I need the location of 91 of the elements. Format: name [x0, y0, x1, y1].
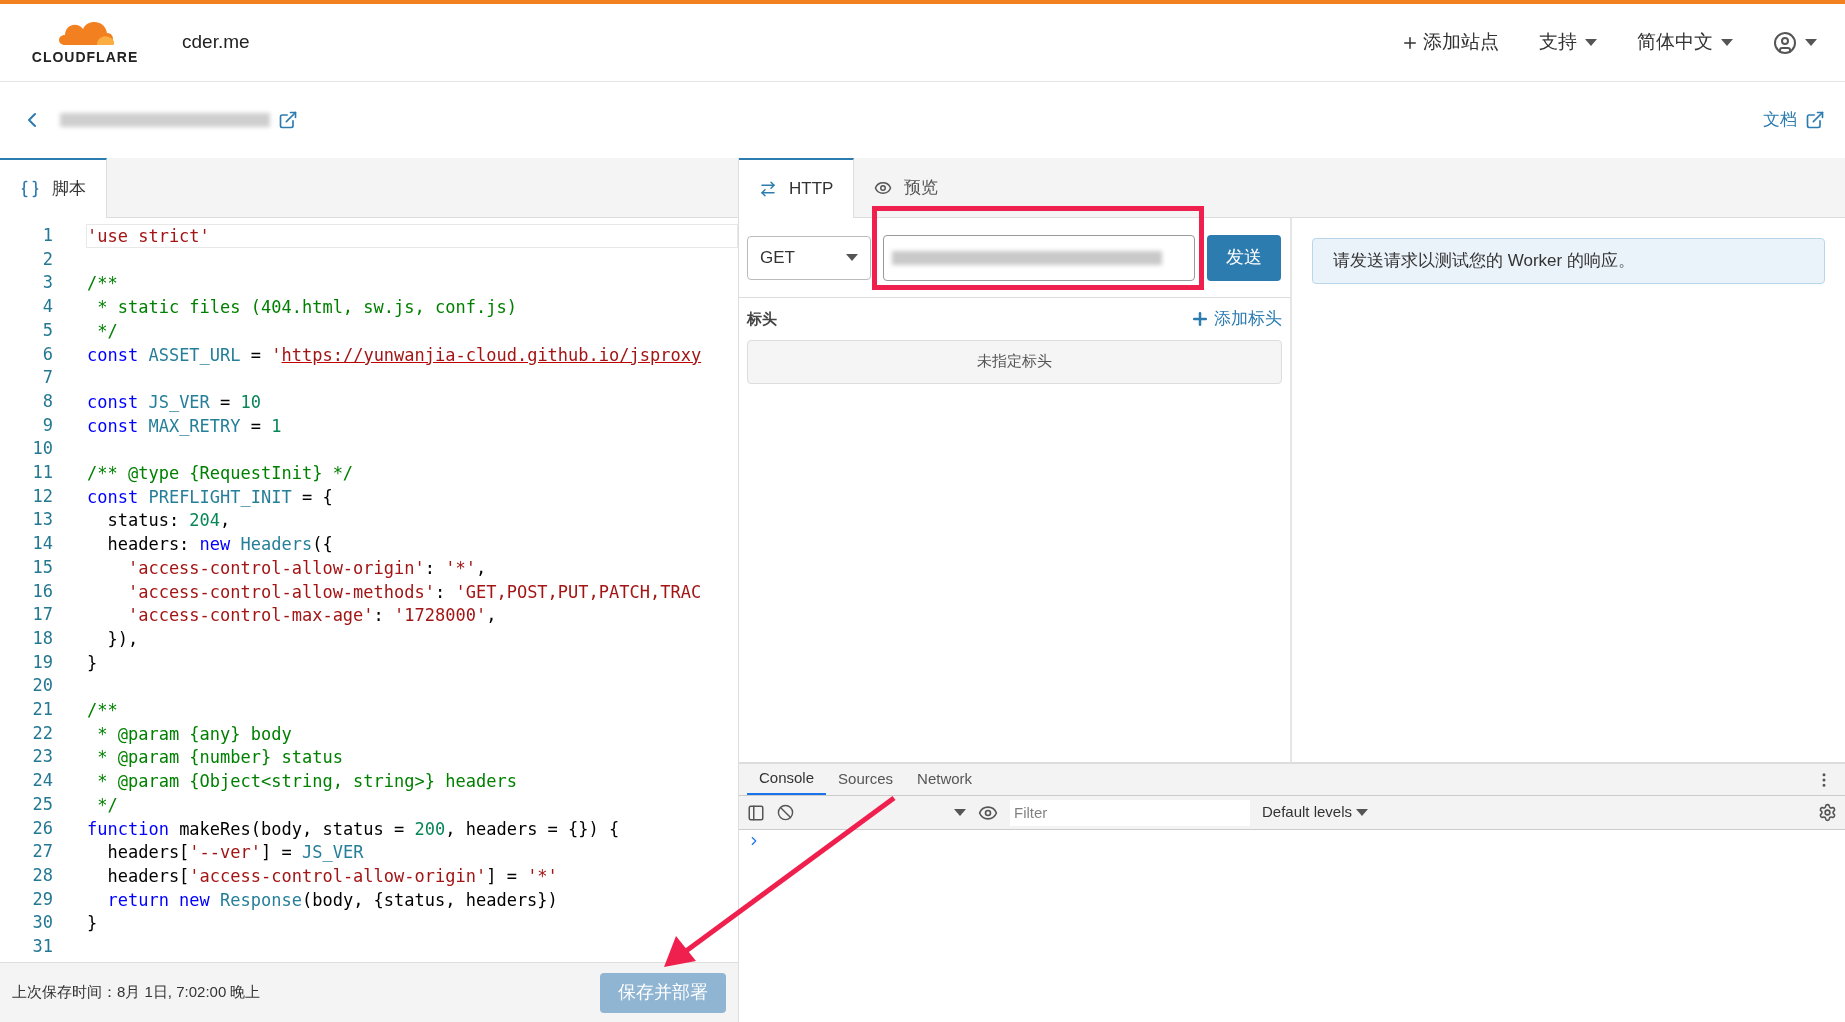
- code-line: headers: new Headers({: [106, 533, 334, 556]
- code-line: const MAX_RETRY = 1: [86, 414, 283, 438]
- account-menu[interactable]: [1773, 30, 1817, 55]
- line-number: 12: [31, 484, 53, 508]
- devtools-tab[interactable]: Sources: [826, 764, 906, 795]
- line-number: 9: [41, 413, 53, 437]
- line-number: 8: [41, 389, 53, 413]
- line-number: 30: [31, 911, 53, 935]
- line-number: 6: [41, 342, 53, 366]
- send-button[interactable]: 发送: [1207, 234, 1281, 281]
- devtools-tab[interactable]: Network: [905, 764, 985, 795]
- add-site-button[interactable]: 添加站点: [1401, 28, 1499, 57]
- docs-link[interactable]: 文档: [1763, 107, 1825, 133]
- code-line: headers['access-control-allow-origin'] = '*': [106, 865, 559, 888]
- code-line: status: 204,: [106, 509, 232, 533]
- line-number: 24: [31, 769, 53, 793]
- caret-icon: [1356, 808, 1369, 817]
- code-line: }),: [106, 627, 140, 651]
- code-line: }: [86, 912, 99, 936]
- levels-dropdown[interactable]: Default levels: [1262, 801, 1369, 824]
- add-header-link[interactable]: 添加标头: [1190, 306, 1282, 332]
- filter-input[interactable]: Filter: [1010, 799, 1250, 826]
- caret-icon: [1721, 38, 1733, 47]
- line-number: 25: [31, 792, 53, 816]
- code-line: }: [86, 651, 99, 675]
- code-line: * static files (404.html, sw.js, conf.js): [96, 296, 518, 319]
- response-message: 请发送请求以测试您的 Worker 的响应。: [1312, 238, 1825, 284]
- empty-headers-box: 未指定标头: [747, 339, 1282, 384]
- tester-tab[interactable]: HTTP: [739, 158, 855, 218]
- exchange-icon: [759, 180, 777, 198]
- external-link-icon[interactable]: [278, 110, 298, 130]
- code-line: return new Response(body, {status, headers}): [106, 888, 559, 912]
- code-line: /** @type {RequestInit} */: [86, 462, 355, 485]
- last-saved-text: 上次保存时间：8月 1日, 7:02:00 晚上: [12, 982, 261, 1003]
- line-number: 28: [31, 864, 53, 887]
- line-number: 3: [41, 271, 53, 295]
- line-number: 10: [31, 437, 53, 461]
- line-number: 5: [41, 318, 53, 342]
- code-line: */: [96, 793, 119, 817]
- code-line: function makeRes(body, status = 200, headers = {}) {: [86, 817, 621, 841]
- code-line: */: [96, 319, 119, 343]
- logo-text: CLOUDFLARE: [31, 48, 139, 67]
- code-line: * @param {Object<string, string>} headers: [96, 770, 518, 793]
- code-line: 'access-control-max-age': '1728000',: [126, 604, 498, 627]
- code-line: const ASSET_URL = 'https://yunwanjia-cloud.github.io/jsproxy: [86, 343, 703, 367]
- clear-icon[interactable]: [777, 804, 794, 821]
- line-number: 27: [31, 840, 53, 864]
- line-number: 21: [31, 698, 53, 722]
- line-number: 26: [31, 816, 53, 840]
- line-number: 31: [31, 935, 53, 959]
- menu-dropdown[interactable]: 支持: [1539, 28, 1597, 57]
- url-input[interactable]: [883, 234, 1195, 281]
- headers-label: 标头: [747, 308, 777, 329]
- settings-icon[interactable]: [1818, 803, 1837, 822]
- line-number: 29: [31, 887, 53, 911]
- sidebar-icon[interactable]: [747, 803, 765, 822]
- code-line: headers['--ver'] = JS_VER: [106, 841, 365, 864]
- line-number: 4: [41, 295, 53, 319]
- caret-icon: [1585, 38, 1597, 47]
- method-select[interactable]: GET: [747, 235, 871, 280]
- code-line: const PREFLIGHT_INIT = {: [86, 485, 334, 509]
- external-link-icon: [1805, 110, 1825, 130]
- context-caret-icon: [954, 808, 966, 817]
- editor-tab[interactable]: 脚本: [0, 158, 107, 218]
- caret-icon: [846, 253, 858, 262]
- code-line: * @param {number} status: [96, 746, 344, 770]
- code-line: /**: [86, 272, 119, 296]
- line-number: 11: [31, 461, 53, 485]
- code-line: const JS_VER = 10: [86, 390, 263, 414]
- code-line: 'access-control-allow-origin': '*',: [126, 556, 488, 580]
- code-line: * @param {any} body: [96, 722, 293, 746]
- site-name: cder.me: [182, 30, 250, 55]
- line-number: 1: [41, 224, 53, 247]
- tester-tab[interactable]: 预览: [854, 158, 959, 217]
- line-number: 20: [31, 674, 53, 698]
- menu-dropdown[interactable]: 简体中文: [1637, 28, 1733, 57]
- braces-icon: [20, 179, 40, 199]
- code-line: 'access-control-allow-methods': 'GET,POST,PUT,PATCH,TRAC: [126, 580, 703, 604]
- line-number: 19: [31, 650, 53, 674]
- line-number: 13: [31, 508, 53, 532]
- code-line: /**: [86, 699, 119, 722]
- line-number: 22: [31, 721, 53, 745]
- line-number: 18: [31, 626, 53, 650]
- line-number: 14: [31, 532, 53, 556]
- caret-icon: [1805, 38, 1817, 47]
- line-number: 16: [31, 579, 53, 603]
- line-number: 2: [41, 247, 53, 271]
- line-number: 17: [31, 603, 53, 627]
- line-number: 23: [31, 745, 53, 769]
- line-number: 15: [31, 555, 53, 579]
- line-number: 7: [41, 366, 53, 390]
